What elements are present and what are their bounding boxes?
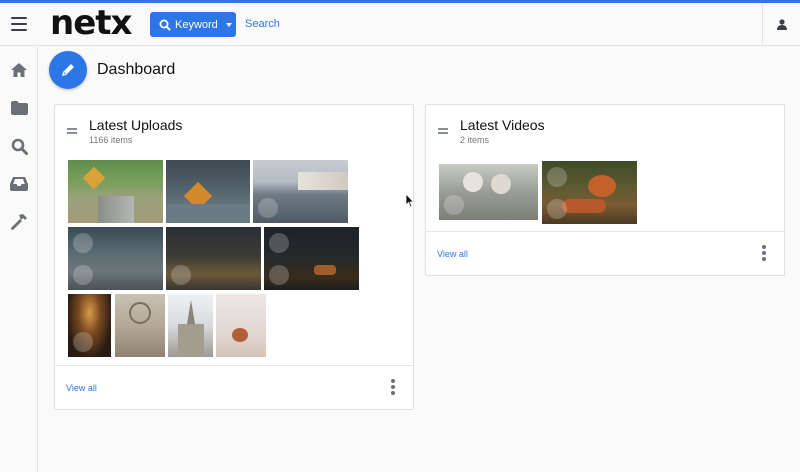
mouse-cursor-icon	[405, 193, 415, 208]
edit-dashboard-button[interactable]	[49, 51, 87, 89]
asset-thumbnail[interactable]	[68, 294, 111, 357]
sidebar-item-folders[interactable]	[8, 97, 30, 119]
card-title: Latest Videos	[460, 117, 545, 133]
user-icon	[776, 19, 787, 30]
sidebar-item-inbox[interactable]	[8, 173, 30, 195]
item-count: 2 items	[460, 135, 490, 145]
hamburger-menu-icon[interactable]	[11, 17, 27, 31]
video-play-indicator	[171, 265, 191, 285]
card-footer: View all	[426, 231, 784, 276]
video-play-indicator	[258, 198, 278, 218]
asset-thumbnail[interactable]	[264, 227, 359, 290]
latest-videos-card: Latest Videos 2 items View all	[425, 104, 785, 276]
asset-thumbnail[interactable]	[253, 160, 348, 223]
asset-thumbnail[interactable]	[68, 160, 163, 223]
video-thumbnail[interactable]	[439, 164, 538, 220]
keyword-dropdown-button[interactable]: Keyword	[150, 12, 236, 37]
sidebar-item-tools[interactable]	[8, 211, 30, 233]
asset-thumbnail[interactable]	[115, 294, 165, 357]
more-options-icon[interactable]	[390, 379, 396, 397]
caret-down-icon	[225, 22, 232, 27]
app-logo[interactable]: netx	[50, 3, 132, 43]
more-options-icon[interactable]	[761, 245, 767, 263]
video-play-indicator	[73, 233, 93, 253]
home-icon	[11, 63, 27, 77]
video-thumbnail[interactable]	[542, 161, 637, 224]
folder-icon	[10, 101, 28, 115]
pencil-icon	[62, 64, 74, 76]
page-title: Dashboard	[97, 61, 176, 78]
video-play-indicator	[269, 233, 289, 253]
card-title: Latest Uploads	[89, 117, 183, 133]
latest-uploads-card: Latest Uploads 1166 items View all	[54, 104, 414, 410]
asset-thumbnail[interactable]	[168, 294, 213, 357]
hammer-icon	[11, 214, 27, 230]
asset-thumbnail[interactable]	[68, 227, 163, 290]
video-play-indicator	[73, 265, 93, 285]
card-footer: View all	[55, 365, 413, 410]
video-play-indicator	[547, 167, 567, 187]
drag-handle-icon[interactable]	[67, 128, 77, 134]
search-icon	[11, 138, 28, 155]
item-count: 1166 items	[89, 135, 133, 145]
top-bar: netx Keyword Search	[0, 3, 800, 46]
keyword-label: Keyword	[175, 18, 218, 31]
video-play-indicator	[269, 265, 289, 285]
asset-thumbnail[interactable]	[166, 227, 261, 290]
search-link[interactable]: Search	[245, 18, 280, 30]
drag-handle-icon[interactable]	[438, 128, 448, 134]
sidebar	[0, 47, 38, 472]
sidebar-item-search[interactable]	[8, 135, 30, 157]
view-all-link[interactable]: View all	[66, 383, 97, 393]
video-play-indicator	[444, 195, 464, 215]
asset-thumbnail[interactable]	[216, 294, 266, 357]
video-play-indicator	[547, 199, 567, 219]
search-icon	[159, 19, 171, 31]
video-play-indicator	[73, 332, 93, 352]
user-menu-button[interactable]	[762, 3, 800, 46]
view-all-link[interactable]: View all	[437, 249, 468, 259]
inbox-icon	[10, 177, 28, 191]
sidebar-item-home[interactable]	[8, 59, 30, 81]
asset-thumbnail[interactable]	[166, 160, 250, 223]
